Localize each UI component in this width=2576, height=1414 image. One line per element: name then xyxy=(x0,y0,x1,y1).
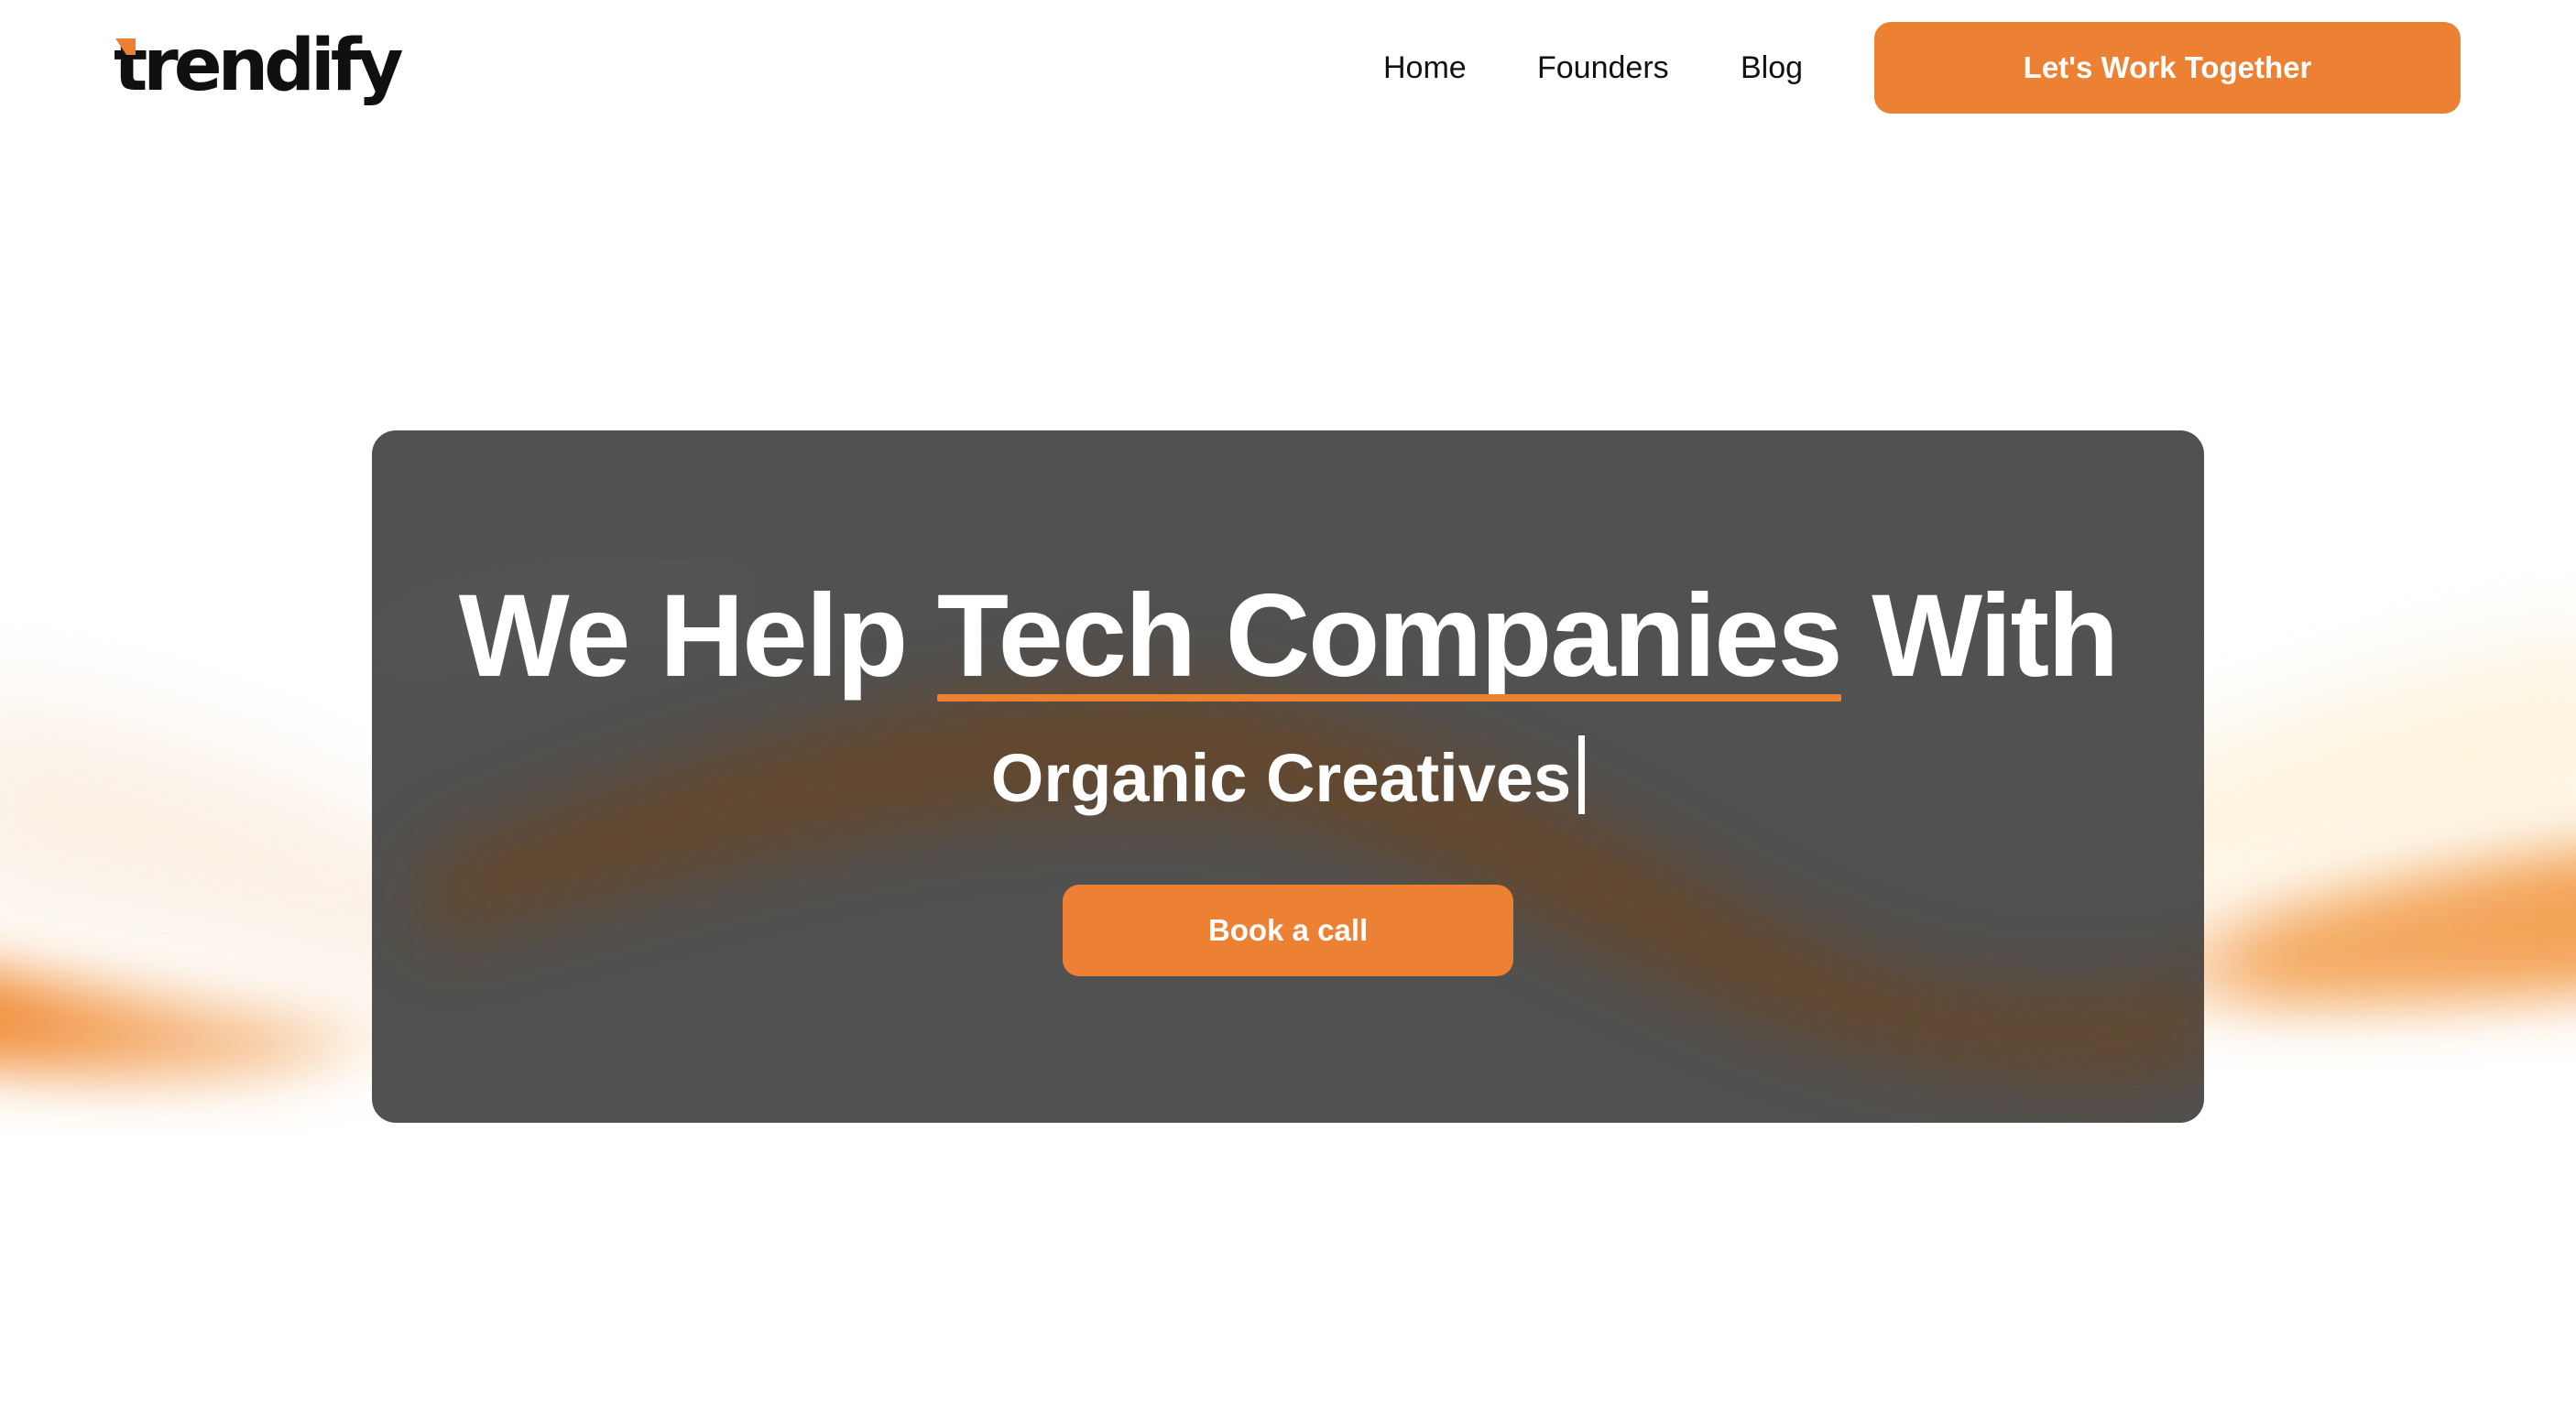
nav-link-home[interactable]: Home xyxy=(1383,38,1467,97)
nav-link-blog[interactable]: Blog xyxy=(1741,38,1803,97)
headline-suffix: With xyxy=(1872,571,2119,702)
logo-mark-icon xyxy=(115,38,136,55)
site-header: trendify Home Founders Blog Let's Work T… xyxy=(0,0,2576,137)
nav-link-founders[interactable]: Founders xyxy=(1537,38,1669,97)
book-a-call-button[interactable]: Book a call xyxy=(1063,885,1513,976)
typed-text: Organic Creatives xyxy=(990,740,1572,816)
headline-highlight: Tech Companies xyxy=(936,568,1843,705)
hero-headline: We Help Tech Companies With xyxy=(372,568,2204,705)
hero-subline: Organic Creatives xyxy=(372,733,2204,824)
lets-work-together-button[interactable]: Let's Work Together xyxy=(1874,22,2461,114)
hero-card: We Help Tech Companies With Organic Crea… xyxy=(372,430,2204,1123)
brand-logo[interactable]: trendify xyxy=(114,22,404,110)
headline-prefix: We Help xyxy=(458,571,909,702)
text-cursor xyxy=(1578,735,1586,814)
logo-text: trendify xyxy=(114,25,404,107)
